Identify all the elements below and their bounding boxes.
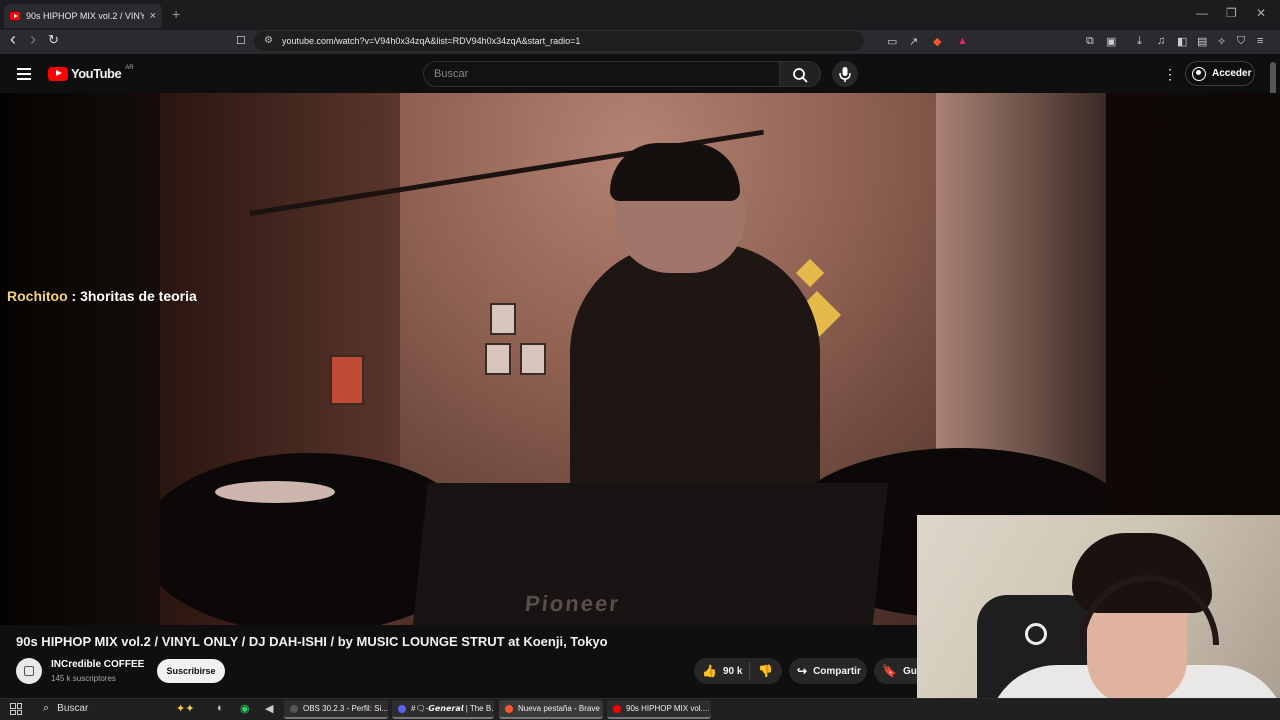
mixer-brand: Pioneer	[523, 591, 622, 616]
subscriber-count: 145 k suscriptores	[51, 674, 116, 683]
browser-menu-icon[interactable]: ≡	[1257, 35, 1263, 47]
bookmark-save-icon: 🔖	[882, 664, 897, 678]
browser-tab-active[interactable]: 90s HIPHOP MIX vol.2 / VINY ×	[4, 4, 162, 28]
whatsapp-icon[interactable]: ◉	[240, 702, 250, 715]
chat-message: : 3horitas de teoria	[67, 288, 197, 304]
minimize-icon[interactable]: —	[1196, 6, 1208, 20]
obs-icon	[290, 704, 298, 713]
like-count: 90 k	[722, 665, 743, 677]
browser-tab-bar	[0, 0, 1280, 30]
share-icon: ↪	[797, 664, 808, 678]
taskbar-search-label: Buscar	[57, 703, 89, 714]
media-icon[interactable]: ♫	[1157, 35, 1165, 47]
taskbar-search[interactable]: ⌕ Buscar	[43, 702, 88, 715]
discord-icon	[398, 704, 406, 713]
signin-button[interactable]: Acceder	[1185, 61, 1255, 86]
close-window-icon[interactable]: ✕	[1256, 6, 1266, 20]
vpn-icon[interactable]: ⛉	[1237, 35, 1245, 48]
voice-search-button[interactable]	[832, 61, 858, 87]
taskbar-app-discord[interactable]: #🗨-𝙂𝙚𝙣𝙚𝙧𝙖𝙡 | The B...	[392, 700, 494, 719]
new-tab-button[interactable]: +	[172, 6, 180, 22]
taskbar-app-obs[interactable]: OBS 30.2.3 - Perfil: Si...	[284, 700, 388, 719]
country-code: AR	[125, 64, 134, 71]
like-dislike-group: 👍 90 k 👎	[694, 658, 782, 684]
extensions-icon[interactable]: ⧉	[1086, 35, 1094, 48]
taskbar-app-label: OBS 30.2.3 - Perfil: Si...	[303, 704, 388, 713]
wallet-icon[interactable]: ▣	[1106, 35, 1116, 48]
taskbar-app-brave-newtab[interactable]: Nueva pestaña - Brave	[499, 700, 603, 719]
url-bar[interactable]: ⚙ youtube.com/watch?v=V94h0x34zqA&list=R…	[254, 31, 864, 51]
search-icon: ⌕	[43, 702, 50, 714]
brave-icon	[505, 704, 513, 713]
sidebar-icon[interactable]: ◧	[1177, 35, 1187, 48]
obs-pinned-icon[interactable]: ◐	[217, 702, 224, 714]
hamburger-menu-icon[interactable]	[17, 68, 31, 80]
share-page-icon[interactable]: ↗	[909, 35, 918, 48]
forward-icon[interactable]: ›	[30, 29, 36, 50]
search-input[interactable]: Buscar	[423, 61, 780, 87]
webcam-overlay	[917, 515, 1280, 720]
microphone-icon	[839, 67, 851, 82]
speaker-icon[interactable]: ◀	[265, 702, 273, 715]
video-title: 90s HIPHOP MIX vol.2 / VINYL ONLY / DJ D…	[16, 634, 608, 649]
thumbs-up-icon: 👍	[702, 664, 717, 678]
share-label: Compartir	[813, 665, 861, 677]
youtube-logo[interactable]: YouTube AR	[48, 64, 134, 81]
signin-label: Acceder	[1212, 68, 1252, 79]
brave-shields-icon[interactable]: ◆	[933, 35, 941, 48]
channel-avatar[interactable]	[16, 658, 42, 684]
tab-title: 90s HIPHOP MIX vol.2 / VINY	[26, 11, 144, 21]
like-button[interactable]: 👍 90 k	[694, 662, 750, 680]
logo-text: YouTube	[71, 66, 122, 81]
account-icon	[1192, 66, 1206, 81]
youtube-icon	[613, 704, 621, 713]
back-icon[interactable]: ‹	[10, 29, 16, 50]
reload-icon[interactable]: ↻	[48, 32, 59, 48]
leo-ai-icon[interactable]: ✧	[1217, 35, 1226, 48]
wallet-2-icon[interactable]: ▤	[1197, 35, 1207, 48]
tab-close-icon[interactable]: ×	[150, 10, 156, 22]
start-menu-icon[interactable]	[10, 703, 22, 715]
cast-icon[interactable]: ▭	[887, 35, 897, 48]
brave-rewards-icon[interactable]: ▲	[957, 35, 968, 47]
youtube-play-icon	[48, 66, 68, 81]
chat-username: Rochitoo	[7, 288, 68, 304]
search-button[interactable]	[779, 61, 821, 87]
bookmark-icon[interactable]: ☐	[236, 34, 246, 47]
subscribe-button[interactable]: Suscribirse	[157, 659, 225, 683]
taskbar-app-label: Nueva pestaña - Brave	[518, 704, 600, 713]
url-text: youtube.com/watch?v=V94h0x34zqA&list=RDV…	[282, 36, 581, 46]
chair-logo-icon	[1025, 623, 1047, 645]
taskbar-app-label: #🗨-𝙂𝙚𝙣𝙚𝙧𝙖𝙡 | The B...	[411, 704, 494, 713]
widgets-icon[interactable]: ✦✦	[176, 702, 194, 715]
share-button[interactable]: ↪ Compartir	[789, 658, 867, 684]
dislike-button[interactable]: 👎	[758, 664, 773, 678]
more-options-icon[interactable]: ⋮	[1163, 66, 1177, 83]
channel-name[interactable]: INCredible COFFEE	[51, 659, 144, 670]
search-icon	[793, 68, 808, 83]
youtube-favicon-icon	[10, 12, 20, 20]
dj-mixer: Pioneer	[412, 483, 888, 625]
coffee-cup-icon	[24, 666, 34, 676]
site-info-icon[interactable]: ⚙	[264, 35, 273, 46]
download-icon[interactable]: ⤓	[1137, 35, 1142, 48]
taskbar-app-youtube[interactable]: 90s HIPHOP MIX vol....	[607, 700, 711, 719]
maximize-icon[interactable]: ❐	[1226, 6, 1237, 20]
chat-overlay: Rochitoo : 3horitas de teoria	[7, 288, 197, 304]
taskbar-app-label: 90s HIPHOP MIX vol....	[626, 704, 710, 713]
